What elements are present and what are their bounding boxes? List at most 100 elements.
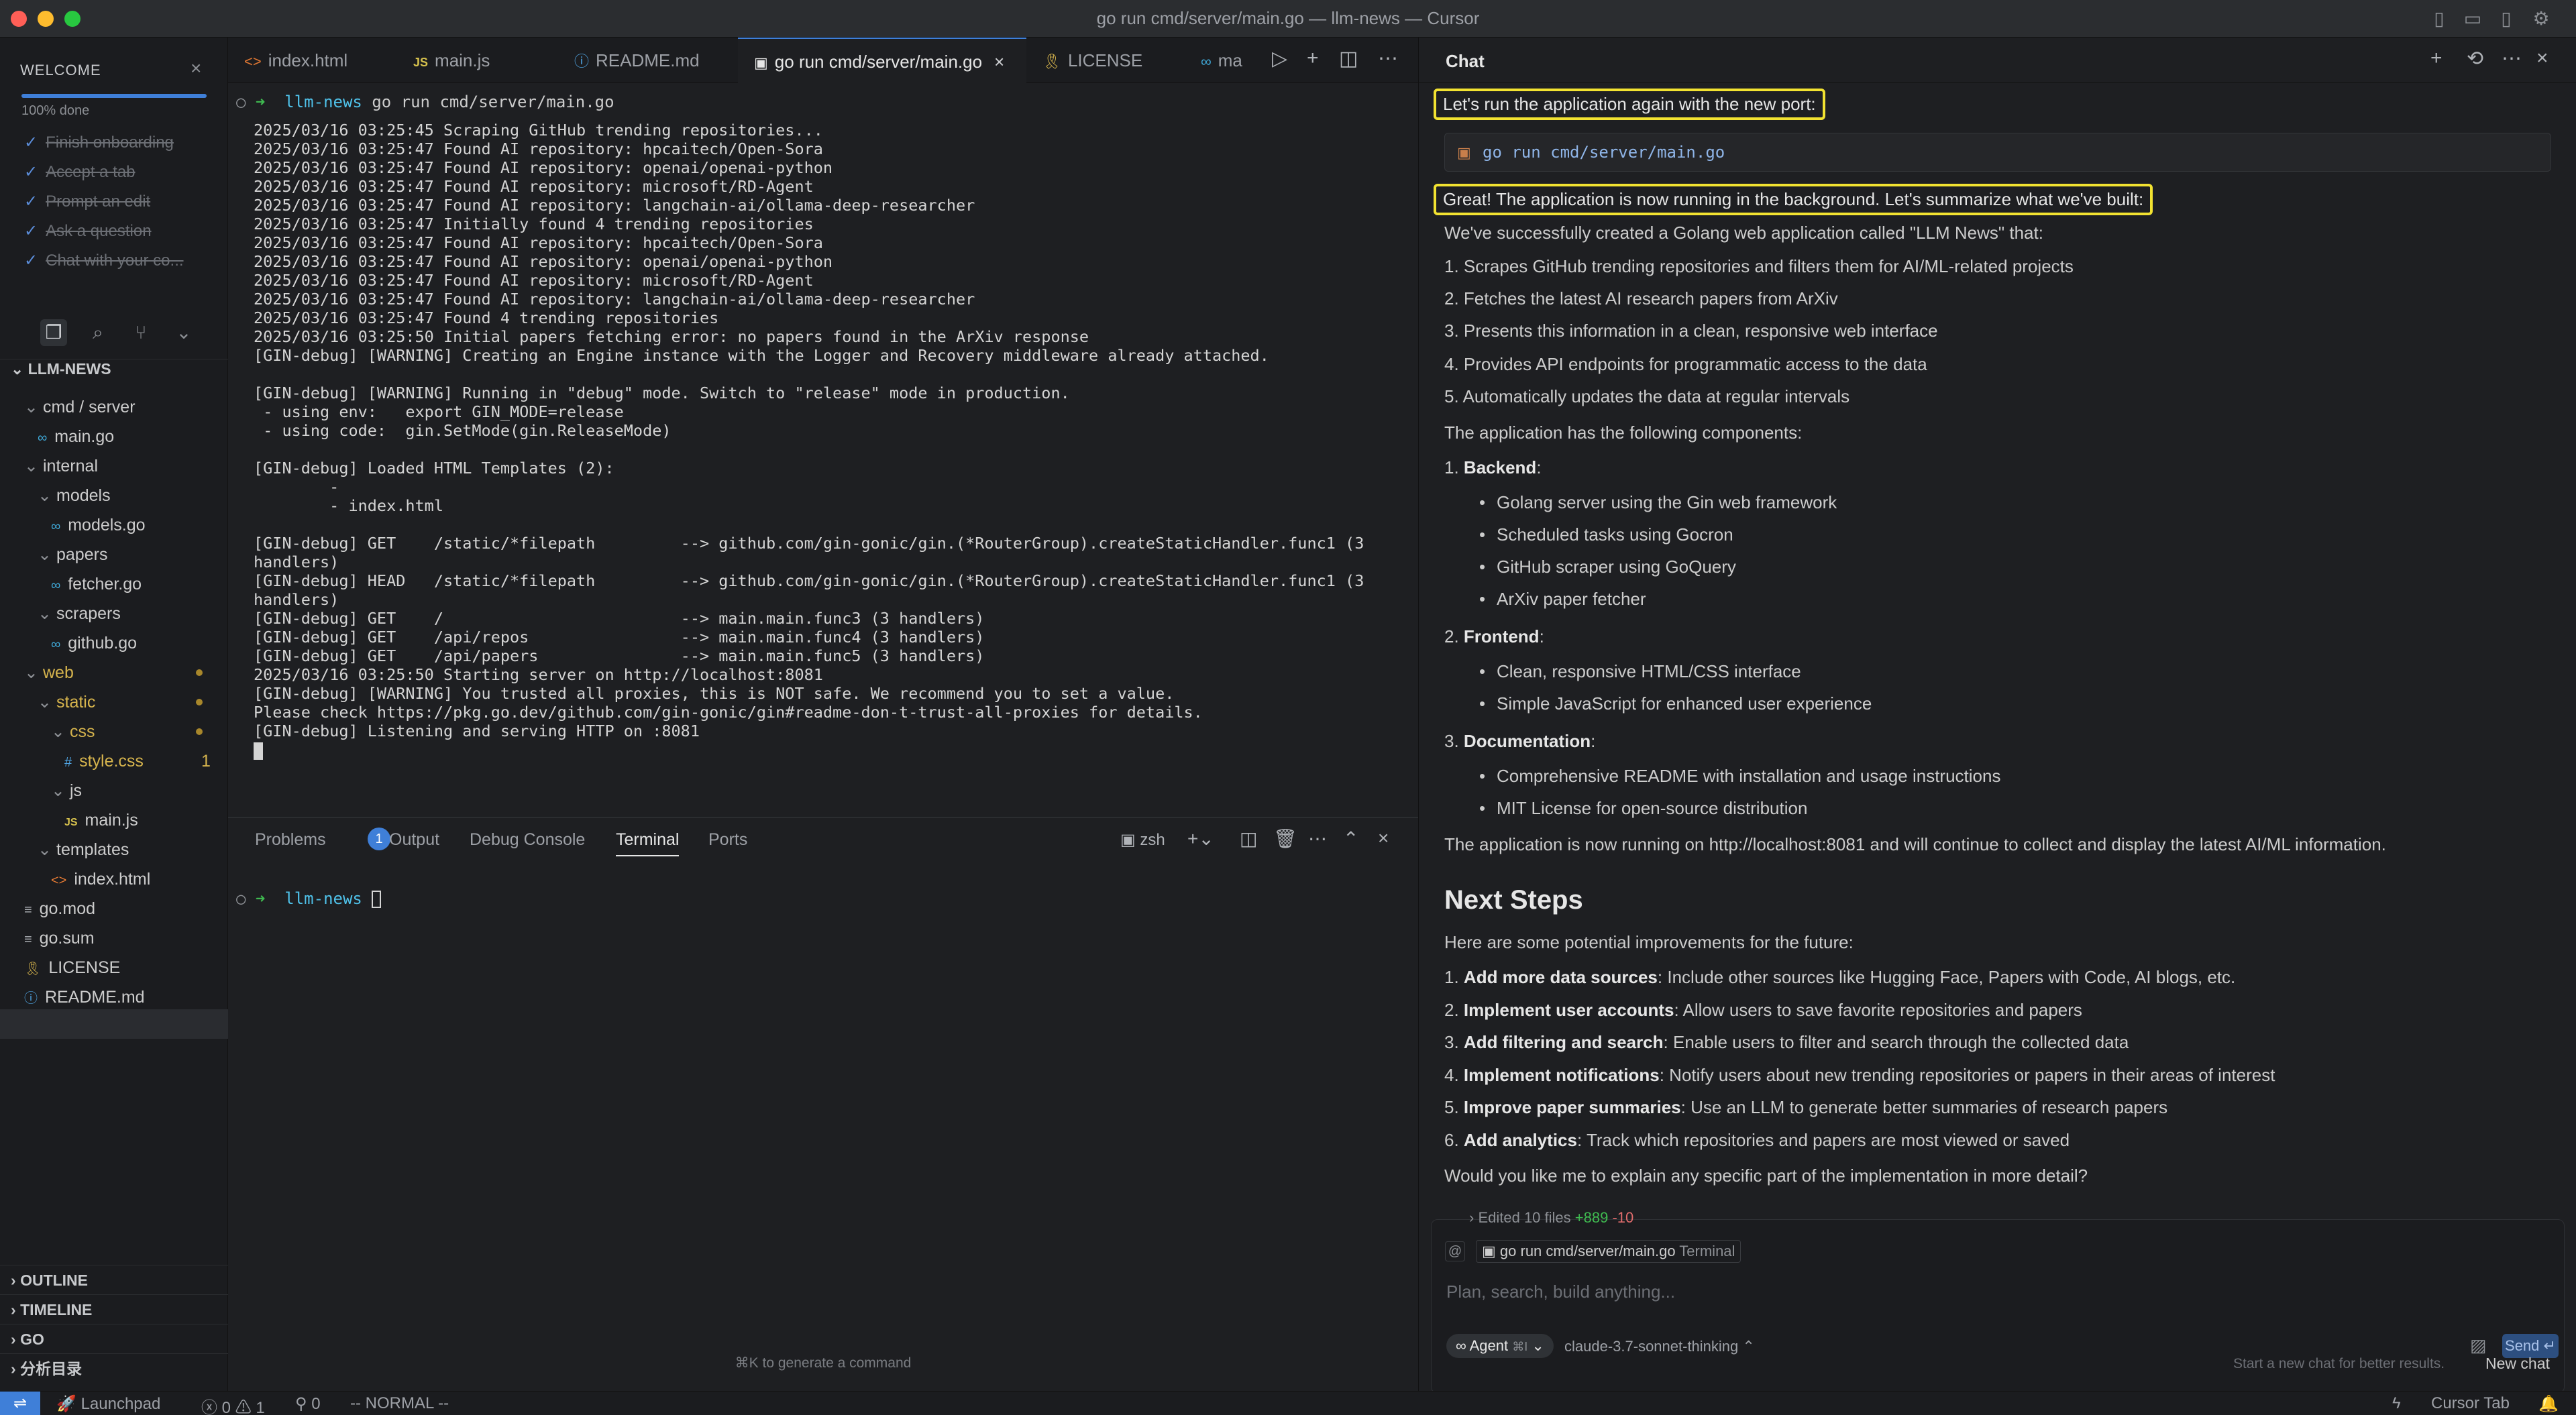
tree-folder[interactable]: ⌄ js (51, 776, 82, 805)
timeline-section[interactable]: › TIMELINE (0, 1294, 228, 1324)
tree-file[interactable]: # style.css 1 (64, 746, 211, 776)
launchpad-item[interactable]: 🚀 Launchpad (56, 1394, 160, 1414)
tab-debug-console[interactable]: Debug Console (470, 830, 585, 850)
context-chip[interactable]: ▣ go run cmd/server/main.go Terminal (1476, 1240, 1741, 1263)
tab-terminal[interactable]: Terminal (616, 830, 680, 856)
settings-gear-icon[interactable]: ⚙ (2529, 7, 2553, 31)
search-icon[interactable]: ⌕ (85, 319, 111, 346)
minimize-window-button[interactable] (38, 11, 54, 27)
onboarding-item[interactable]: ✓ Accept a tab (24, 162, 136, 182)
chevron-down-icon[interactable]: ⌄ (170, 319, 197, 346)
tab-ports[interactable]: Ports (708, 830, 747, 850)
terminal-icon: ▣ (754, 54, 768, 71)
prompt-arrow-icon: ➜ (255, 93, 285, 111)
more-actions-icon[interactable]: ⋯ (1308, 828, 1327, 850)
bell-icon[interactable]: 🔔 (2538, 1394, 2559, 1414)
add-context-icon[interactable]: @ (1445, 1241, 1465, 1261)
command-code-block[interactable]: ▣ go run cmd/server/main.go (1444, 133, 2551, 172)
maximize-panel-icon[interactable]: ⌃ (1343, 828, 1358, 850)
check-icon: ✓ (24, 133, 38, 152)
new-terminal-icon[interactable]: + (1307, 47, 1319, 70)
analysis-section[interactable]: › 分析目录 (0, 1353, 228, 1383)
ports-status[interactable]: ⚲ 0 (295, 1394, 321, 1414)
chevron-up-icon: ⌃ (1742, 1338, 1755, 1355)
new-chat-icon[interactable]: + (2430, 47, 2443, 70)
tab-main-go[interactable]: ∞ ma (1185, 38, 1245, 83)
tree-folder[interactable]: ⌄ internal (24, 451, 98, 481)
tab-readme[interactable]: ⓘ README.md (558, 38, 738, 83)
toggle-panel-icon[interactable]: ▭ (2461, 7, 2485, 31)
split-editor-icon[interactable]: ◫ (1339, 47, 1358, 70)
tree-file[interactable]: ∞ main.go (38, 422, 114, 451)
summary-intro: We've successfully created a Golang web … (1444, 223, 2043, 243)
tab-index-html[interactable]: <> index.html (228, 38, 397, 83)
onboarding-item[interactable]: ✓ Chat with your co... (24, 251, 184, 270)
tree-file[interactable]: ∞ fetcher.go (51, 569, 142, 599)
tree-file[interactable]: <> index.html (51, 864, 150, 894)
close-tab-icon[interactable]: × (994, 52, 1004, 72)
files-icon[interactable]: ❐ (40, 319, 67, 346)
tree-folder[interactable]: ⌄ static (38, 687, 203, 717)
lightning-icon[interactable]: ϟ (2392, 1394, 2401, 1413)
image-upload-icon[interactable]: ▨ (2470, 1335, 2487, 1356)
onboarding-item[interactable]: ✓ Prompt an edit (24, 192, 150, 211)
more-actions-icon[interactable]: ⋯ (1378, 47, 1398, 70)
cursor-tab-status[interactable]: Cursor Tab (2431, 1394, 2510, 1413)
edited-files-summary[interactable]: › Edited 10 files +889 -10 (1469, 1209, 1633, 1227)
remote-icon[interactable]: ⇌ (0, 1392, 40, 1415)
tab-output[interactable]: Output (389, 830, 439, 850)
tab-label: main.js (435, 50, 490, 70)
tree-file[interactable]: ≡ go.mod (24, 894, 95, 923)
run-icon[interactable]: ▷ (1272, 47, 1287, 70)
problems-status[interactable]: ⓧ 0 ⚠ 1 (201, 1394, 265, 1415)
tree-file[interactable]: ≡ go.sum (24, 923, 95, 953)
explorer-root[interactable]: ⌄ LLM-NEWS (0, 354, 228, 384)
agent-mode-selector[interactable]: ∞ Agent ⌘I ⌄ (1446, 1334, 1554, 1358)
terminal-editor[interactable]: ○ ➜ llm-news go run cmd/server/main.go 2… (228, 83, 1418, 854)
close-icon[interactable]: × (2536, 47, 2548, 70)
new-terminal-icon[interactable]: +⌄ (1187, 828, 1214, 850)
onboarding-item[interactable]: ✓ Ask a question (24, 221, 152, 241)
onboarding-item[interactable]: ✓ Finish onboarding (24, 133, 174, 152)
tree-folder[interactable]: ⌄ models (38, 481, 111, 510)
go-section[interactable]: › GO (0, 1324, 228, 1353)
source-control-icon[interactable]: ⑂ (127, 319, 154, 346)
model-selector[interactable]: claude-3.7-sonnet-thinking ⌃ (1564, 1338, 1755, 1355)
next-step-title: Improve paper summaries (1463, 1097, 1681, 1117)
close-icon[interactable]: × (191, 58, 201, 79)
shell-selector[interactable]: ▣ zsh (1120, 830, 1165, 850)
toggle-sidebar-icon[interactable]: ▯ (2427, 7, 2451, 31)
close-panel-icon[interactable]: × (1378, 828, 1389, 849)
terminal-line: Please check https://pkg.go.dev/github.c… (254, 703, 1203, 722)
outline-section[interactable]: › OUTLINE (0, 1265, 228, 1294)
split-terminal-icon[interactable]: ◫ (1240, 828, 1257, 850)
tree-folder[interactable]: ⌄ web (24, 658, 203, 687)
tree-folder[interactable]: ⌄ css (51, 717, 203, 746)
close-window-button[interactable] (11, 11, 27, 27)
tree-folder[interactable]: ⌄ templates (38, 835, 129, 864)
tab-problems[interactable]: Problems 1 (255, 828, 390, 850)
tree-file[interactable]: ∞ models.go (51, 510, 146, 540)
chat-input[interactable]: Plan, search, build anything... (1446, 1282, 1675, 1302)
tree-file[interactable]: ⓘ README.md (24, 982, 145, 1012)
tree-folder[interactable]: ⌄ papers (38, 540, 107, 569)
tree-folder[interactable]: ⌄ scrapers (38, 599, 121, 628)
toggle-secondary-sidebar-icon[interactable]: ▯ (2494, 7, 2518, 31)
tree-file[interactable]: ∞ github.go (51, 628, 137, 658)
agent-label: Agent (1469, 1337, 1509, 1354)
tree-folder[interactable]: ⌄ cmd / server (24, 392, 136, 422)
more-actions-icon[interactable]: ⋯ (2502, 47, 2522, 70)
tree-file[interactable]: JS main.js (64, 805, 138, 835)
history-icon[interactable]: ⟲ (2467, 47, 2483, 70)
tab-terminal-go-run[interactable]: ▣ go run cmd/server/main.go × (738, 38, 1026, 83)
tree-file[interactable]: 🎗 LICENSE (24, 953, 120, 982)
tab-problems-label: Problems (255, 830, 326, 849)
next-step-text: : Use an LLM to generate better summarie… (1680, 1097, 2168, 1117)
panel-terminal-prompt[interactable]: ○ ➜ llm-news (236, 889, 382, 908)
tab-license[interactable]: 🎗 LICENSE (1026, 38, 1185, 83)
tab-label: ma (1218, 50, 1242, 70)
trash-icon[interactable]: 🗑 (1273, 828, 1297, 850)
tab-main-js[interactable]: JS main.js (397, 38, 558, 83)
new-chat-button[interactable]: New chat (2485, 1355, 2550, 1373)
maximize-window-button[interactable] (64, 11, 80, 27)
